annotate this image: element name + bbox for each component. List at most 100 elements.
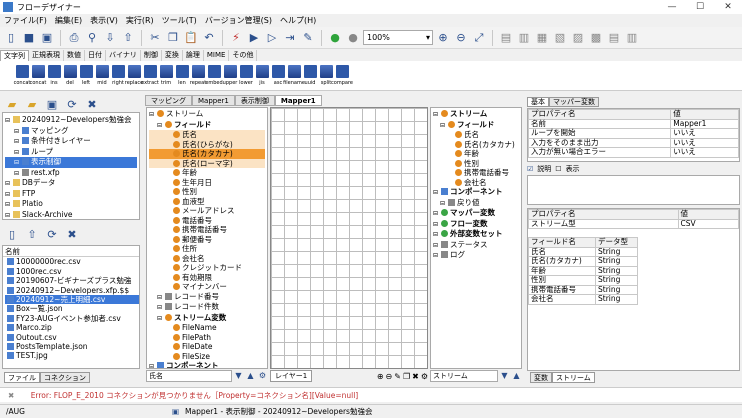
source-tree-node[interactable]: ⊟ ストリーム bbox=[149, 109, 265, 120]
expand-icon[interactable]: ⊟ bbox=[5, 179, 13, 189]
step-icon[interactable]: ⇥ bbox=[282, 30, 298, 46]
palette-item-8[interactable]: extract bbox=[141, 61, 159, 91]
expand-icon[interactable]: ⊟ bbox=[14, 148, 22, 158]
editor-tab-mapping[interactable]: マッピング bbox=[145, 95, 192, 106]
target-search-input[interactable]: ストリーム bbox=[430, 370, 498, 382]
exec-icon[interactable]: ⚡ bbox=[228, 30, 244, 46]
palette-item-17[interactable]: filename bbox=[283, 61, 305, 91]
palette-item-13[interactable]: upper bbox=[222, 61, 238, 91]
prop-cell[interactable]: いいえ bbox=[670, 128, 739, 139]
source-tree-node[interactable]: FilePath bbox=[149, 333, 265, 343]
expand-icon[interactable]: ⊟ bbox=[14, 137, 22, 147]
align-left-icon[interactable]: ▤ bbox=[498, 30, 514, 46]
expand-icon[interactable]: ⊟ bbox=[14, 169, 22, 179]
target-tree-node[interactable]: ⊟ ストリーム bbox=[433, 109, 519, 120]
project-tree-node[interactable]: ⊟ 条件付きレイヤー bbox=[5, 136, 137, 147]
align-mid-icon[interactable]: ▨ bbox=[570, 30, 586, 46]
target-tree-node[interactable]: ⊟ フロー変数 bbox=[433, 219, 519, 230]
save-all-icon[interactable]: ▣ bbox=[39, 30, 55, 46]
source-tree-node[interactable]: 郵便番号 bbox=[149, 235, 265, 245]
palette-tab-binary[interactable]: バイナリ bbox=[106, 50, 141, 61]
palette-item-4[interactable]: left bbox=[78, 61, 94, 91]
zoom-select[interactable]: 100% bbox=[363, 30, 433, 45]
source-tree-node[interactable]: 血液型 bbox=[149, 197, 265, 207]
palette-item-7[interactable]: replace bbox=[125, 61, 143, 91]
close-button[interactable]: ✕ bbox=[714, 0, 742, 14]
search-up-icon[interactable]: ▲ bbox=[245, 370, 256, 381]
menu-view[interactable]: 表示(V) bbox=[86, 15, 122, 26]
tab-file[interactable]: ファイル bbox=[4, 372, 40, 383]
target-tree-node[interactable]: ⊟ 外部変数セット bbox=[433, 229, 519, 240]
tab-variables[interactable]: 変数 bbox=[530, 372, 552, 383]
source-tree-node[interactable]: 会社名 bbox=[149, 254, 265, 264]
copy-icon[interactable]: ❐ bbox=[165, 30, 181, 46]
prop-cell[interactable]: 入力が無い場合エラー bbox=[527, 147, 672, 158]
menu-help[interactable]: ヘルプ(H) bbox=[276, 15, 320, 26]
expand-icon[interactable]: ⊟ bbox=[5, 200, 13, 210]
editor-tab-mapper1a[interactable]: Mapper1 bbox=[192, 95, 235, 106]
expand-icon[interactable]: ⊟ bbox=[440, 199, 448, 209]
file-list-item[interactable]: 1000rec.csv bbox=[5, 267, 139, 276]
layer-edit-icon[interactable]: ✎ bbox=[394, 372, 401, 381]
source-tree-node[interactable]: ⊟ レコード件数 bbox=[149, 302, 265, 313]
maximize-button[interactable]: ☐ bbox=[686, 0, 714, 14]
palette-item-0[interactable]: concat bbox=[14, 61, 30, 91]
menu-edit[interactable]: 編集(E) bbox=[51, 15, 86, 26]
project-tree-node[interactable]: ⊟ Slack-Archive bbox=[5, 210, 137, 221]
tab-stream[interactable]: ストリーム bbox=[552, 372, 595, 383]
minimize-button[interactable]: — bbox=[658, 0, 686, 14]
cut-icon[interactable]: ✂ bbox=[147, 30, 163, 46]
export-icon[interactable]: ⇧ bbox=[120, 30, 136, 46]
project-tree-node[interactable]: ⊟ 20240912~Developers勉強会 bbox=[5, 115, 137, 126]
desc-check-icon[interactable]: ☑ bbox=[527, 165, 533, 173]
palette-tab-date[interactable]: 日付 bbox=[85, 50, 106, 61]
palette-item-6[interactable]: right bbox=[110, 61, 126, 91]
palette-tab-other[interactable]: その他 bbox=[229, 50, 258, 61]
target-tree-node[interactable]: 氏名(カタカナ) bbox=[433, 140, 519, 150]
menu-run[interactable]: 実行(R) bbox=[122, 15, 158, 26]
align-bottom-icon[interactable]: ▩ bbox=[588, 30, 604, 46]
align-right-icon[interactable]: ▦ bbox=[534, 30, 550, 46]
align-top-icon[interactable]: ▧ bbox=[552, 30, 568, 46]
palette-tab-logic[interactable]: 論理 bbox=[183, 50, 204, 61]
expand-icon[interactable]: ⊟ bbox=[14, 158, 22, 168]
same-size-icon[interactable]: ▥ bbox=[624, 30, 640, 46]
fit-icon[interactable]: ⤢ bbox=[471, 30, 487, 46]
file-list-item[interactable]: 20240912~Developers.xfp.$$ bbox=[5, 286, 139, 295]
expand-icon[interactable]: ⊟ bbox=[5, 116, 13, 126]
expand-icon[interactable]: ⊟ bbox=[157, 314, 165, 324]
source-tree-node[interactable]: クレジットカード bbox=[149, 263, 265, 273]
prop-cell[interactable]: 会社名 bbox=[528, 294, 596, 305]
expand-icon[interactable]: ⊟ bbox=[433, 230, 441, 240]
palette-item-15[interactable]: jis bbox=[254, 61, 270, 91]
prop-cell[interactable]: String bbox=[595, 275, 638, 286]
file-list-item[interactable]: Outout.csv bbox=[5, 333, 139, 342]
target-tree-node[interactable]: ⊟ コンポーネント bbox=[433, 187, 519, 198]
source-tree-node[interactable]: 氏名(ローマ字) bbox=[149, 158, 265, 168]
file-list-item[interactable]: FY23-AUGイベント参加者.csv bbox=[5, 314, 139, 323]
target-search-up-icon[interactable]: ▲ bbox=[511, 370, 522, 381]
expand-icon[interactable]: ⊟ bbox=[14, 127, 22, 137]
prop-cell[interactable]: いいえ bbox=[670, 147, 739, 158]
palette-item-14[interactable]: lower bbox=[238, 61, 254, 91]
go-icon[interactable]: ● bbox=[327, 30, 343, 46]
palette-item-19[interactable]: split bbox=[318, 61, 334, 91]
prop-cell[interactable]: String bbox=[595, 294, 638, 305]
target-tree-node[interactable]: 氏名 bbox=[433, 130, 519, 140]
palette-tab-convert[interactable]: 変換 bbox=[162, 50, 183, 61]
source-tree-node[interactable]: 性別 bbox=[149, 187, 265, 197]
prop-cell[interactable]: ストリーム型 bbox=[528, 218, 679, 229]
project-tree-node[interactable]: ⊟ Platio bbox=[5, 199, 137, 210]
find-icon[interactable]: ⚲ bbox=[84, 30, 100, 46]
expand-icon[interactable]: ⊟ bbox=[433, 209, 441, 219]
expand-icon[interactable]: ⊟ bbox=[433, 220, 441, 230]
palette-tab-control[interactable]: 制御 bbox=[141, 50, 162, 61]
palette-tab-mime[interactable]: MIME bbox=[204, 50, 230, 61]
expand-icon[interactable]: ⊟ bbox=[157, 303, 165, 313]
layer-copy-icon[interactable]: ❐ bbox=[403, 372, 410, 381]
project-tree-node[interactable]: ⊟ マッピング bbox=[5, 126, 137, 137]
expand-icon[interactable]: ⊟ bbox=[433, 110, 441, 120]
delete-icon[interactable]: ✖ bbox=[84, 96, 100, 112]
zoom-out-icon[interactable]: ⊖ bbox=[453, 30, 469, 46]
props-tab-mapper-vars[interactable]: マッパー変数 bbox=[549, 97, 599, 107]
